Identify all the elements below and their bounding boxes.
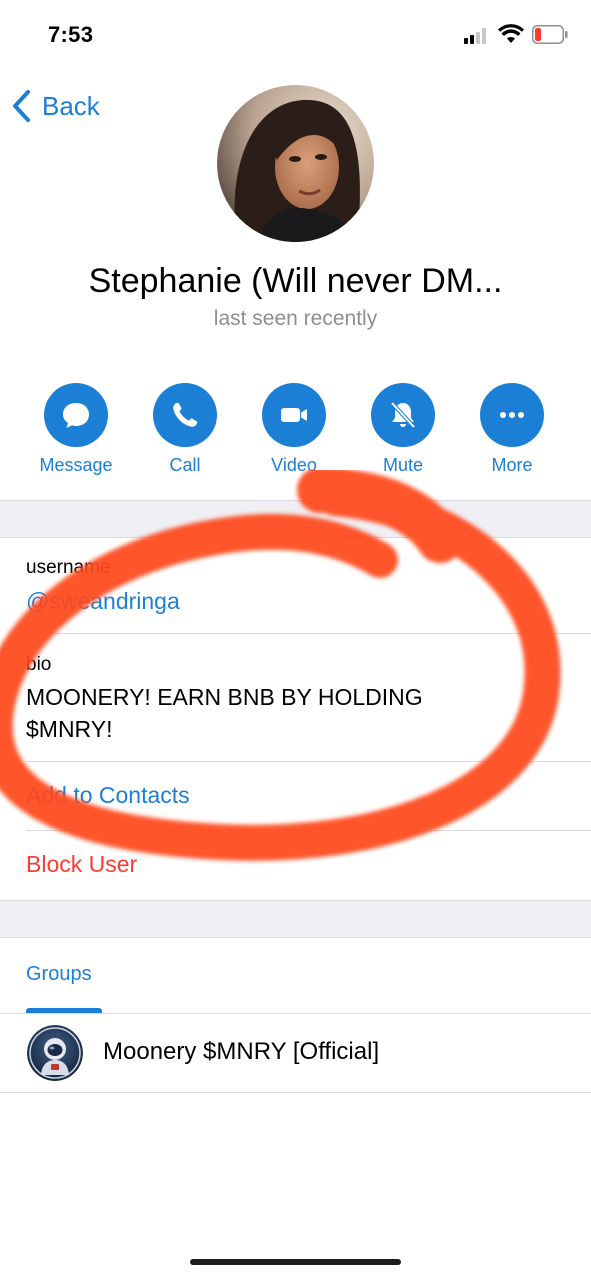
battery-icon	[532, 25, 568, 44]
signal-icon	[464, 27, 490, 44]
message-label: Message	[39, 455, 113, 475]
add-to-contacts-label[interactable]: Add to Contacts	[26, 782, 190, 809]
home-indicator[interactable]	[190, 1259, 401, 1265]
section-divider	[0, 500, 591, 538]
add-to-contacts-row[interactable]: Add to Contacts	[0, 762, 591, 830]
bio-caption: bio	[26, 654, 52, 675]
wifi-icon	[498, 24, 524, 44]
ellipsis-icon	[500, 412, 524, 418]
action-buttons: Message Call Video Mute More	[0, 383, 591, 483]
chevron-left-icon	[13, 90, 30, 122]
bio-line-1: MOONERY! EARN BNB BY HOLDING	[26, 684, 423, 710]
bio-line-2: $MNRY!	[26, 716, 113, 742]
block-user-label[interactable]: Block User	[26, 851, 137, 878]
username-value[interactable]: @sweandringa	[26, 588, 180, 615]
group-list-item[interactable]: Moonery $MNRY [Official]	[0, 1014, 591, 1092]
status-time: 7:53	[48, 22, 94, 47]
mute-label: Mute	[382, 455, 424, 475]
message-button[interactable]: Message	[21, 383, 131, 476]
section-divider	[0, 900, 591, 938]
video-button[interactable]: Video	[239, 383, 349, 476]
group-name: Moonery $MNRY [Official]	[103, 1038, 380, 1065]
mute-button[interactable]: Mute	[348, 383, 458, 476]
block-user-row[interactable]: Block User	[0, 831, 591, 900]
astronaut-avatar-icon	[27, 1025, 83, 1081]
tab-groups[interactable]: Groups	[26, 963, 92, 986]
message-bubble-icon	[63, 403, 89, 428]
phone-icon	[173, 402, 198, 427]
username-caption: username	[26, 557, 111, 578]
more-label: More	[491, 455, 533, 475]
profile-avatar[interactable]	[217, 85, 374, 242]
call-label: Call	[169, 455, 201, 475]
more-button[interactable]: More	[457, 383, 567, 476]
bio-row: bio MOONERY! EARN BNB BY HOLDING $MNRY!	[0, 634, 591, 761]
back-label: Back	[42, 90, 100, 121]
call-button[interactable]: Call	[130, 383, 240, 476]
video-camera-icon	[281, 408, 307, 422]
back-button[interactable]: Back	[10, 86, 100, 126]
bell-slash-icon	[390, 401, 416, 429]
separator	[0, 1092, 591, 1093]
last-seen-status: last seen recently	[213, 307, 378, 330]
username-row[interactable]: username @sweandringa	[0, 538, 591, 634]
video-label: Video	[271, 455, 317, 475]
status-bar: 7:53	[0, 0, 591, 70]
profile-name: Stephanie (Will never DM...	[88, 262, 503, 300]
